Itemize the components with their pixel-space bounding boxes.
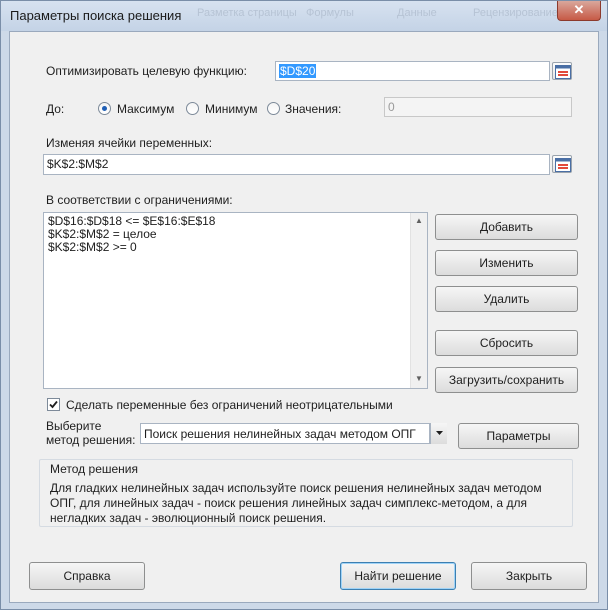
- help-button[interactable]: Справка: [29, 562, 145, 590]
- ribbon-tab-ghost: Данные: [397, 7, 437, 19]
- radio-max-label: Максимум: [117, 102, 175, 116]
- nonneg-label: Сделать переменные без ограничений неотр…: [66, 398, 393, 412]
- checkmark-icon: [49, 400, 58, 409]
- collapse-dialog-icon: [555, 65, 571, 79]
- variables-label: Изменяя ячейки переменных:: [46, 136, 213, 150]
- method-group-title: Метод решения: [50, 462, 138, 476]
- dialog-title: Параметры поиска решения: [10, 8, 182, 23]
- solve-button[interactable]: Найти решение: [340, 562, 456, 590]
- reset-all-button[interactable]: Сбросить: [435, 330, 578, 356]
- constraints-scrollbar[interactable]: ▲ ▼: [410, 213, 427, 388]
- method-label-line1: Выберите: [46, 419, 102, 433]
- ribbon-tab-ghost: Рецензирование: [473, 7, 558, 19]
- ribbon-tab-ghost: Формулы: [306, 7, 354, 19]
- radio-min-label: Минимум: [205, 102, 258, 116]
- chevron-down-icon: [436, 431, 443, 435]
- nonneg-checkbox[interactable]: [47, 398, 60, 411]
- scroll-up-icon[interactable]: ▲: [415, 216, 423, 225]
- method-description-text: Для гладких нелинейных задач используйте…: [50, 481, 542, 525]
- objective-value: $D$20: [279, 64, 317, 78]
- add-constraint-button[interactable]: Добавить: [435, 214, 578, 240]
- constraint-item[interactable]: $K$2:$M$2 >= 0: [48, 241, 215, 254]
- variables-input[interactable]: $K$2:$M$2: [43, 154, 550, 175]
- radio-value-label: Значения:: [285, 102, 342, 116]
- scroll-down-icon[interactable]: ▼: [415, 374, 423, 383]
- solver-dialog: Разметка страницы Формулы Данные Рецензи…: [0, 0, 608, 610]
- ribbon-tab-ghost: Разметка страницы: [197, 7, 297, 19]
- radio-value[interactable]: [267, 102, 280, 115]
- method-dropdown-button[interactable]: [430, 423, 447, 444]
- objective-input[interactable]: $D$20: [275, 61, 550, 81]
- close-button[interactable]: Закрыть: [471, 562, 587, 590]
- constraints-list[interactable]: $D$16:$D$18 <= $E$16:$E$18 $K$2:$M$2 = ц…: [43, 212, 428, 389]
- to-label: До:: [46, 102, 65, 116]
- close-icon: ✕: [573, 2, 585, 17]
- solver-options-button[interactable]: Параметры: [458, 423, 579, 449]
- variables-ref-button[interactable]: [552, 155, 572, 173]
- method-label-line2: метод решения:: [46, 433, 136, 447]
- change-constraint-button[interactable]: Изменить: [435, 250, 578, 276]
- load-save-button[interactable]: Загрузить/сохранить: [435, 367, 578, 393]
- method-select[interactable]: Поиск решения нелинейных задач методом О…: [140, 423, 430, 444]
- collapse-dialog-icon: [555, 158, 571, 172]
- radio-max[interactable]: [98, 102, 111, 115]
- radio-min[interactable]: [186, 102, 199, 115]
- title-bar[interactable]: Разметка страницы Формулы Данные Рецензи…: [1, 1, 607, 31]
- method-selected-value: Поиск решения нелинейных задач методом О…: [144, 427, 416, 441]
- delete-constraint-button[interactable]: Удалить: [435, 286, 578, 312]
- value-of-input[interactable]: 0: [384, 97, 572, 117]
- objective-ref-button[interactable]: [552, 62, 572, 80]
- objective-label: Оптимизировать целевую функцию:: [46, 64, 247, 78]
- dialog-body: Оптимизировать целевую функцию: $D$20 До…: [9, 31, 599, 603]
- close-window-button[interactable]: ✕: [557, 1, 601, 21]
- constraints-label: В соответствии с ограничениями:: [46, 193, 233, 207]
